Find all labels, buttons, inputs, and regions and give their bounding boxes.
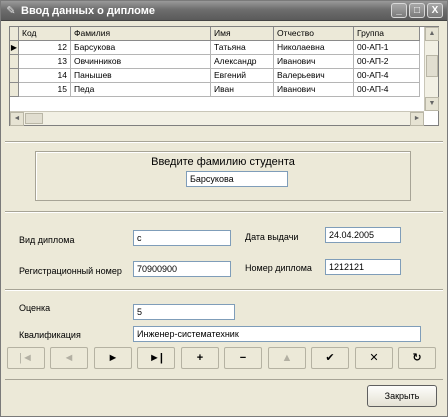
row-indicator[interactable] bbox=[10, 69, 19, 83]
nav-refresh-button[interactable]: ↻ bbox=[398, 347, 436, 369]
column-header-group[interactable]: Группа bbox=[354, 27, 420, 41]
search-prompt: Введите фамилию студента bbox=[151, 156, 295, 168]
close-window-button[interactable]: X bbox=[427, 3, 443, 18]
scroll-right-icon[interactable]: ► bbox=[410, 112, 424, 126]
student-search-input[interactable]: Барсукова bbox=[186, 171, 288, 187]
pen-icon: ✎ bbox=[6, 5, 16, 17]
table-row-cell-last-name[interactable]: Панышев bbox=[71, 69, 211, 83]
grade-label: Оценка bbox=[19, 303, 51, 313]
table-row-cell-first-name[interactable]: Евгений bbox=[211, 69, 274, 83]
divider bbox=[5, 141, 443, 143]
grid-horizontal-scrollbar[interactable]: ◄ ► bbox=[10, 111, 424, 126]
nav-next-button[interactable]: ► bbox=[94, 347, 132, 369]
divider bbox=[5, 289, 443, 291]
diploma-entry-window: ✎ Ввод данных о дипломе _ □ X Код Фамили… bbox=[0, 0, 448, 417]
diploma-number-field[interactable]: 1212121 bbox=[325, 259, 401, 275]
table-row-cell-last-name[interactable]: Овчинников bbox=[71, 55, 211, 69]
table-row-cell-middle-name[interactable]: Николаевна bbox=[274, 41, 354, 55]
divider bbox=[5, 211, 443, 213]
qualification-field[interactable]: Инженер-систематехник bbox=[133, 326, 421, 342]
nav-insert-button[interactable]: + bbox=[181, 347, 219, 369]
table-row-cell-first-name[interactable]: Иван bbox=[211, 83, 274, 97]
table-row-cell-code[interactable]: 14 bbox=[19, 69, 71, 83]
grade-field[interactable]: 5 bbox=[133, 304, 235, 320]
table-row-cell-code[interactable]: 15 bbox=[19, 83, 71, 97]
header-indicator bbox=[10, 27, 19, 41]
table-row-cell-code[interactable]: 13 bbox=[19, 55, 71, 69]
diploma-type-field[interactable]: с bbox=[133, 230, 231, 246]
table-row-cell-first-name[interactable]: Александр bbox=[211, 55, 274, 69]
close-button[interactable]: Закрыть bbox=[367, 385, 437, 407]
grid-header: Код Фамилия Имя Отчество Группа bbox=[10, 27, 420, 41]
table-row-cell-middle-name[interactable]: Валерьевич bbox=[274, 69, 354, 83]
table-row-cell-middle-name[interactable]: Иванович bbox=[274, 83, 354, 97]
table-row-cell-group[interactable]: 00-АП-4 bbox=[354, 69, 420, 83]
scroll-left-icon[interactable]: ◄ bbox=[10, 112, 24, 126]
column-header-last-name[interactable]: Фамилия bbox=[71, 27, 211, 41]
students-grid[interactable]: Код Фамилия Имя Отчество Группа ▶ 12 Бар… bbox=[9, 26, 439, 126]
qualification-label: Квалификация bbox=[19, 330, 81, 340]
horizontal-scroll-thumb[interactable] bbox=[25, 113, 43, 124]
minimize-button[interactable]: _ bbox=[391, 3, 407, 18]
table-row-cell-last-name[interactable]: Барсукова bbox=[71, 41, 211, 55]
nav-post-button[interactable]: ✔ bbox=[311, 347, 349, 369]
grid-vertical-scrollbar[interactable]: ▲ ▼ bbox=[424, 27, 439, 111]
record-navigator: |◄ ◄ ► ►| + − ▲ ✔ ✕ ↻ bbox=[7, 347, 443, 369]
maximize-button[interactable]: □ bbox=[409, 3, 425, 18]
nav-edit-button[interactable]: ▲ bbox=[268, 347, 306, 369]
table-row-cell-last-name[interactable]: Педа bbox=[71, 83, 211, 97]
table-row-cell-group[interactable]: 00-АП-2 bbox=[354, 55, 420, 69]
nav-cancel-button[interactable]: ✕ bbox=[355, 347, 393, 369]
registration-number-label: Регистрационный номер bbox=[19, 266, 122, 276]
scroll-up-icon[interactable]: ▲ bbox=[425, 27, 439, 41]
nav-last-button[interactable]: ►| bbox=[137, 347, 175, 369]
registration-number-field[interactable]: 70900900 bbox=[133, 261, 231, 277]
title-bar[interactable]: ✎ Ввод данных о дипломе _ □ X bbox=[1, 1, 447, 21]
window-title: Ввод данных о дипломе bbox=[21, 5, 155, 17]
table-row-cell-middle-name[interactable]: Иванович bbox=[274, 55, 354, 69]
table-row-cell-code[interactable]: 12 bbox=[19, 41, 71, 55]
issue-date-field[interactable]: 24.04.2005 bbox=[325, 227, 401, 243]
row-indicator[interactable] bbox=[10, 83, 19, 97]
column-header-middle-name[interactable]: Отчество bbox=[274, 27, 354, 41]
nav-prior-button[interactable]: ◄ bbox=[50, 347, 88, 369]
scroll-down-icon[interactable]: ▼ bbox=[425, 97, 439, 111]
table-row-cell-group[interactable]: 00-АП-1 bbox=[354, 41, 420, 55]
diploma-number-label: Номер диплома bbox=[245, 263, 312, 273]
diploma-type-label: Вид диплома bbox=[19, 235, 75, 245]
table-row-cell-group[interactable]: 00-АП-4 bbox=[354, 83, 420, 97]
row-indicator[interactable] bbox=[10, 55, 19, 69]
row-indicator-current[interactable]: ▶ bbox=[10, 41, 19, 55]
column-header-code[interactable]: Код bbox=[19, 27, 71, 41]
vertical-scroll-thumb[interactable] bbox=[426, 55, 438, 77]
column-header-first-name[interactable]: Имя bbox=[211, 27, 274, 41]
nav-first-button[interactable]: |◄ bbox=[7, 347, 45, 369]
table-row-cell-first-name[interactable]: Татьяна bbox=[211, 41, 274, 55]
nav-delete-button[interactable]: − bbox=[224, 347, 262, 369]
issue-date-label: Дата выдачи bbox=[245, 232, 299, 242]
